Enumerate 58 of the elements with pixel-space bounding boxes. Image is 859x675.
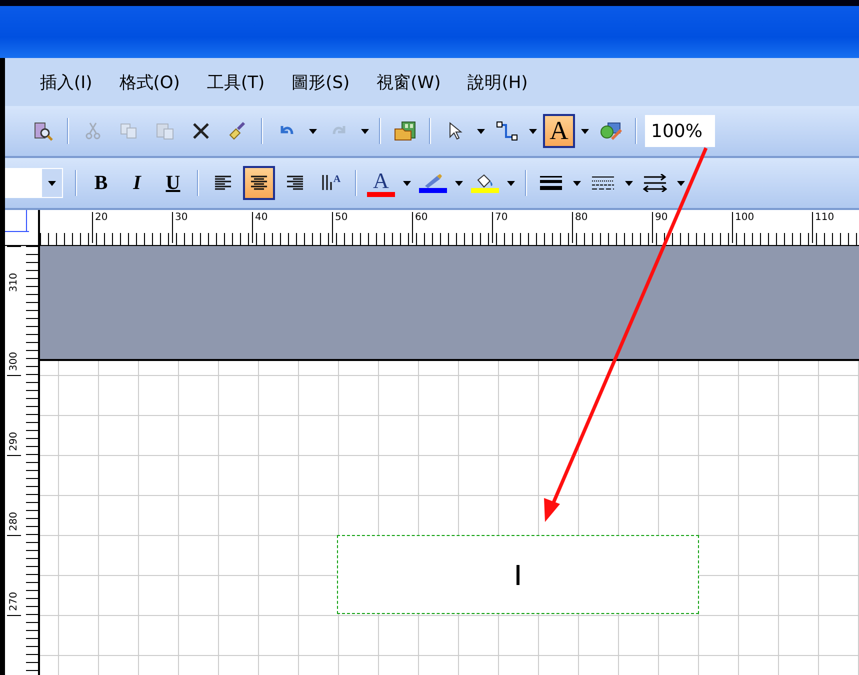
align-right-icon — [286, 175, 304, 191]
underline-button[interactable]: U — [157, 166, 189, 200]
caret-icon[interactable] — [477, 128, 485, 134]
caret-icon[interactable] — [573, 180, 581, 186]
caret-icon[interactable] — [455, 180, 463, 186]
ruler-label: 90 — [652, 212, 668, 243]
bold-button[interactable]: B — [85, 166, 117, 200]
ruler-label: 310 — [7, 246, 21, 296]
italic-button[interactable]: I — [121, 166, 153, 200]
copy-icon — [119, 121, 139, 141]
print-preview-icon — [33, 121, 53, 141]
ruler-label: 300 — [7, 296, 21, 376]
align-center-button[interactable] — [243, 166, 275, 200]
folder-icon — [394, 121, 416, 141]
caret-icon[interactable] — [625, 180, 633, 186]
scissors-icon — [83, 121, 103, 141]
ruler-label: 70 — [492, 212, 508, 243]
caret-icon[interactable] — [529, 128, 537, 134]
ruler-label: 80 — [572, 212, 588, 243]
menu-item[interactable]: 插入(I) — [40, 70, 92, 94]
ruler-label: 110 — [812, 212, 834, 243]
text-tool-button[interactable]: A — [543, 114, 575, 148]
align-left-icon — [214, 175, 232, 191]
caret-icon[interactable] — [309, 128, 317, 134]
ruler-label: 30 — [172, 212, 188, 243]
close-icon — [191, 121, 211, 141]
caret-icon[interactable] — [507, 180, 515, 186]
menu-item[interactable]: 工具(T) — [206, 70, 265, 94]
pen-icon — [423, 174, 443, 188]
align-center-icon — [250, 175, 268, 191]
ruler-label: 280 — [7, 456, 21, 536]
vertical-align-button[interactable]: A — [315, 166, 347, 200]
ruler-label: 40 — [252, 212, 268, 243]
caret-icon[interactable] — [581, 128, 589, 134]
menu-item[interactable]: 視窗(W) — [376, 70, 441, 94]
ruler-label: 100 — [732, 212, 754, 243]
pointer-icon — [447, 121, 463, 141]
zoom-field[interactable]: 100% — [645, 115, 715, 147]
paint-bucket-icon — [475, 174, 495, 188]
clipboard-icon — [155, 121, 175, 141]
menu-item[interactable]: 說明(H) — [468, 70, 528, 94]
brush-icon — [227, 121, 247, 141]
ruler-label: 20 — [92, 212, 108, 243]
caret-icon[interactable] — [403, 180, 411, 186]
ruler-label: 270 — [7, 536, 21, 616]
line-ends-icon — [643, 174, 667, 192]
text-cursor-icon — [515, 564, 521, 584]
menu-item[interactable]: 格式(O) — [119, 70, 180, 94]
font-color-button[interactable]: A — [365, 166, 397, 200]
ruler-label: 290 — [7, 376, 21, 456]
line-pattern-icon — [591, 175, 615, 191]
shape-pencil-icon — [599, 121, 623, 141]
menu-item[interactable]: 圖形(S) — [292, 70, 350, 94]
line-weight-icon — [539, 175, 563, 191]
caret-icon[interactable] — [677, 180, 685, 186]
ruler-label: 60 — [412, 212, 428, 243]
ruler-label: 50 — [332, 212, 348, 243]
connector-icon — [496, 121, 518, 141]
